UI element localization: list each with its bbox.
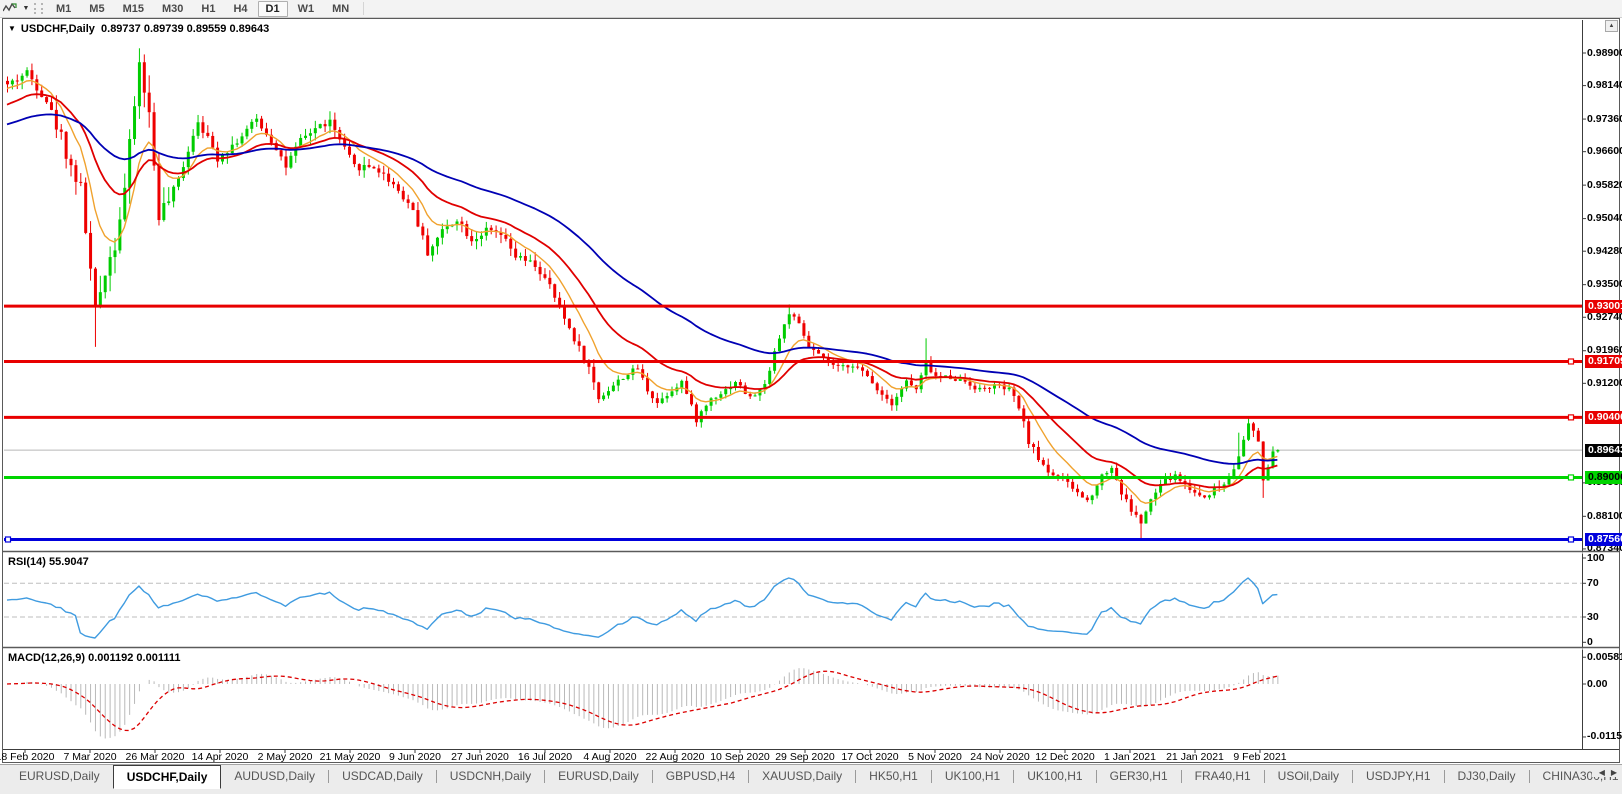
price-axis-label: 0.92740: [1587, 310, 1622, 323]
price-line-label-0.90406: 0.90406: [1585, 410, 1622, 424]
rsi-indicator-label: RSI(14) 55.9047: [8, 556, 89, 568]
rsi-axis-label: 70: [1587, 576, 1599, 589]
date-axis-label: 21 Jan 2021: [1166, 751, 1224, 763]
price-axis-label: 0.95820: [1587, 178, 1622, 191]
date-axis-label: 4 Aug 2020: [583, 751, 637, 763]
price-axis-label: 0.94280: [1587, 244, 1622, 257]
price-line-label-0.87560: 0.87560: [1585, 532, 1622, 546]
rsi-axis-label: 0: [1587, 635, 1593, 648]
date-axis-label: 24 Nov 2020: [970, 751, 1030, 763]
toolbar-grip-handle[interactable]: [34, 3, 43, 14]
chart-window: [2, 18, 1620, 763]
tab-usdcad-daily[interactable]: USDCAD,Daily: [329, 766, 436, 787]
tab-audusd-daily[interactable]: AUDUSD,Daily: [221, 766, 328, 787]
tab-usoil-daily[interactable]: USOil,Daily: [1265, 766, 1352, 787]
zigzag-indicator-icon[interactable]: [0, 1, 20, 16]
tab-eurusd-daily[interactable]: EURUSD,Daily: [6, 766, 113, 787]
timeframe-button-MN[interactable]: MN: [324, 1, 357, 17]
tab-ger30-h1[interactable]: GER30,H1: [1097, 766, 1181, 787]
macd-indicator-label: MACD(12,26,9) 0.001192 0.001111: [8, 652, 181, 664]
tab-dj30-daily[interactable]: DJ30,Daily: [1445, 766, 1529, 787]
price-axis-label: 0.96600: [1587, 145, 1622, 158]
collapse-triangle-icon[interactable]: ▼: [8, 24, 16, 33]
date-axis-label: 9 Feb 2021: [1233, 751, 1287, 763]
date-axis-label: 16 Jul 2020: [517, 751, 573, 763]
tab-eurusd-daily[interactable]: EURUSD,Daily: [545, 766, 652, 787]
price-line-label-0.93001: 0.93001: [1585, 299, 1622, 313]
tab-xauusd-daily[interactable]: XAUUSD,Daily: [749, 766, 855, 787]
date-axis-label: 29 Sep 2020: [775, 751, 835, 763]
timeframe-button-M1[interactable]: M1: [48, 1, 79, 17]
date-axis-label: 7 Mar 2020: [63, 751, 117, 763]
timeframe-button-M30[interactable]: M30: [154, 1, 191, 17]
price-line-label-0.89643: 0.89643: [1585, 443, 1622, 457]
rsi-axis-label: 30: [1587, 610, 1599, 623]
tab-usdchf-daily[interactable]: USDCHF,Daily: [112, 765, 222, 789]
macd-axis-label: 0.00: [1587, 677, 1608, 690]
tab-gbpusd-h4[interactable]: GBPUSD,H4: [653, 766, 748, 787]
chevron-down-icon[interactable]: ▼: [20, 5, 32, 12]
toolbar: ▼ M1 M5 M15 M30 H1 H4 D1 W1 MN: [0, 0, 1622, 18]
timeframe-button-W1[interactable]: W1: [290, 1, 323, 17]
date-axis-label: 10 Sep 2020: [710, 751, 770, 763]
date-axis-label: 17 Oct 2020: [841, 751, 899, 763]
price-axis-label: 0.98900: [1587, 46, 1622, 59]
date-axis-label: 18 Feb 2020: [0, 751, 55, 763]
chart-title: ▼ USDCHF,Daily 0.89737 0.89739 0.89559 0.…: [8, 23, 269, 35]
date-axis-label: 26 Mar 2020: [125, 751, 185, 763]
tab-uk100-h1[interactable]: UK100,H1: [1014, 766, 1095, 787]
price-axis-label: 0.91200: [1587, 376, 1622, 389]
date-axis-label: 1 Jan 2021: [1104, 751, 1156, 763]
tab-scroll-left-button[interactable]: ◀: [1599, 768, 1605, 777]
tab-hk50-h1[interactable]: HK50,H1: [856, 766, 931, 787]
app-window: ▼ M1 M5 M15 M30 H1 H4 D1 W1 MN ▼ USDCHF,Daily 0.8…: [0, 0, 1622, 794]
rsi-axis-label: 100: [1587, 551, 1605, 564]
price-line-label-0.89006: 0.89006: [1585, 470, 1622, 484]
price-axis-label: 0.88100: [1587, 509, 1622, 522]
price-axis-label: 0.95040: [1587, 212, 1622, 225]
symbol-tab-bar: EURUSD,Daily USDCHF,Daily AUDUSD,Daily USDC…: [0, 764, 1622, 794]
rsi-value: 55.9047: [48, 556, 89, 568]
chart-symbol-label: USDCHF,Daily: [20, 23, 95, 35]
macd-axis-label: 0.005818: [1587, 650, 1622, 663]
date-axis-label: 21 May 2020: [319, 751, 381, 763]
tab-fra40-h1[interactable]: FRA40,H1: [1182, 766, 1264, 787]
price-line-label-0.91709: 0.91709: [1585, 354, 1622, 368]
price-axis-label: 0.98140: [1587, 79, 1622, 92]
tab-uk100-h1[interactable]: UK100,H1: [932, 766, 1013, 787]
date-axis-label: 12 Dec 2020: [1035, 751, 1095, 763]
tab-usdcnh-daily[interactable]: USDCNH,Daily: [437, 766, 544, 787]
date-axis-label: 22 Aug 2020: [645, 751, 705, 763]
macd-values: 0.001192 0.001111: [88, 652, 181, 664]
timeframe-button-M15[interactable]: M15: [115, 1, 152, 17]
price-axis-label: 0.93500: [1587, 278, 1622, 291]
date-axis-label: 9 Jun 2020: [389, 751, 441, 763]
date-axis-label: 2 May 2020: [257, 751, 313, 763]
timeframe-button-M5[interactable]: M5: [81, 1, 112, 17]
timeframe-button-H4[interactable]: H4: [225, 1, 255, 17]
tab-scroll-right-button[interactable]: ▶: [1611, 768, 1617, 777]
tab-scroll-arrows: ◀ ▶: [1591, 768, 1620, 777]
timeframe-button-D1[interactable]: D1: [257, 0, 288, 17]
date-axis-label: 27 Jun 2020: [451, 751, 509, 763]
chart-ohlc-values: 0.89737 0.89739 0.89559 0.89643: [101, 23, 270, 35]
tab-usdjpy-h1[interactable]: USDJPY,H1: [1353, 766, 1443, 787]
timeframe-button-H1[interactable]: H1: [193, 1, 223, 17]
timeframe-button-group: M1 M5 M15 M30 H1 H4 D1 W1 MN: [47, 0, 358, 17]
date-axis-label: 14 Apr 2020: [191, 751, 249, 763]
price-axis-label: 0.97360: [1587, 112, 1622, 125]
macd-axis-label: -0.011514: [1587, 730, 1622, 743]
scroll-up-button[interactable]: ▲: [1605, 20, 1618, 32]
toolbar-separator: [363, 2, 365, 15]
date-axis-label: 5 Nov 2020: [908, 751, 962, 763]
